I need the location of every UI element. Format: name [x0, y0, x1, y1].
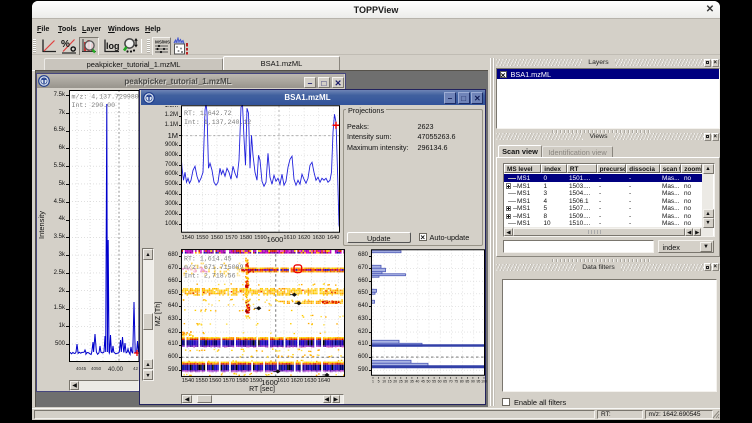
svg-text:85: 85 [465, 379, 469, 383]
svg-text:20: 20 [393, 379, 397, 383]
svg-text:90: 90 [470, 379, 474, 383]
svg-text:40: 40 [415, 379, 419, 383]
svg-text:60: 60 [437, 379, 441, 383]
svg-text:log: log [106, 41, 120, 51]
svg-text:RT: 1,614.45: RT: 1,614.45 [184, 255, 232, 263]
svg-text:30: 30 [404, 379, 408, 383]
svg-text:15: 15 [387, 379, 391, 383]
svg-text:40.00: 40.00 [108, 367, 124, 372]
svg-text:80: 80 [459, 379, 463, 383]
svg-text:1: 1 [372, 379, 374, 383]
svg-text:Int: 290.00: Int: 290.00 [72, 102, 116, 109]
svg-text:RT: 1,642.72: RT: 1,642.72 [184, 110, 232, 117]
svg-text:%: % [61, 39, 70, 50]
svg-text:42: 42 [133, 366, 139, 371]
svg-text:10: 10 [382, 379, 386, 383]
svg-text:m/z: 671.715089: m/z: 671.715089 [184, 263, 244, 271]
svg-text:25: 25 [398, 379, 402, 383]
svg-text:100: 100 [481, 379, 487, 383]
svg-text:35: 35 [409, 379, 413, 383]
svg-text:Int: 2,718.56: Int: 2,718.56 [184, 272, 236, 280]
svg-text:75: 75 [454, 379, 458, 383]
svg-text:5: 5 [377, 379, 379, 383]
svg-text:65: 65 [443, 379, 447, 383]
svg-text:MS/MS: MS/MS [155, 39, 170, 44]
svg-text:m/z: 4,137.729980-: m/z: 4,137.729980- [72, 94, 140, 101]
svg-text:Int: 1,137,240.12: Int: 1,137,240.12 [184, 119, 251, 126]
svg-text:50: 50 [426, 379, 430, 383]
svg-text:4050: 4050 [91, 366, 102, 371]
svg-text:45: 45 [420, 379, 424, 383]
svg-text:70: 70 [448, 379, 452, 383]
svg-text:95: 95 [476, 379, 480, 383]
svg-text:55: 55 [432, 379, 436, 383]
svg-text:4045: 4045 [76, 366, 87, 371]
